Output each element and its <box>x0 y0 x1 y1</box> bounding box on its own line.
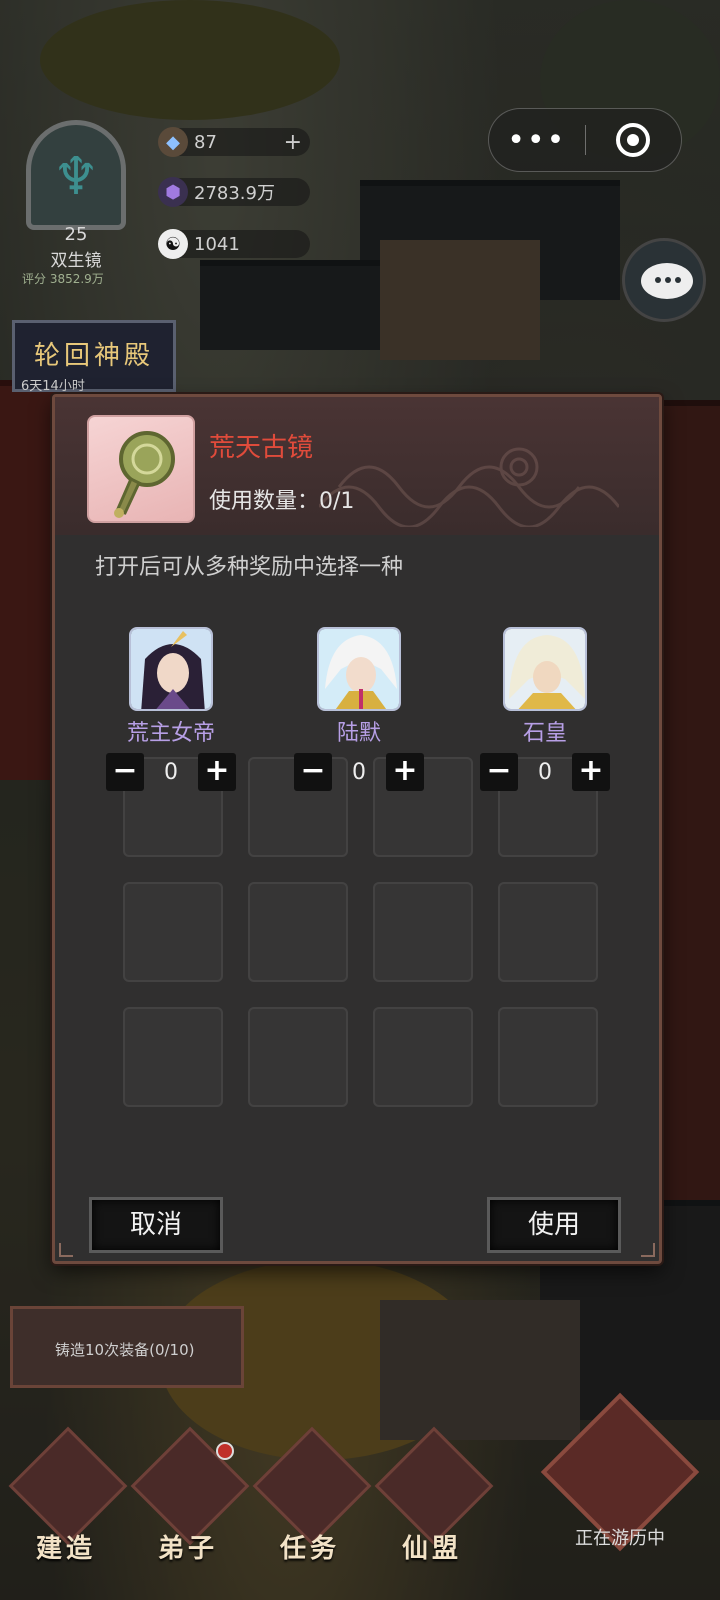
resource-yinyang: ☯ 1041 <box>158 229 310 259</box>
resource-value: 2783.9万 <box>194 183 275 204</box>
player-avatar[interactable]: ♆ 25 双生镜 评分 3852.9万 <box>16 100 136 286</box>
item-use-dialog: 荒天古镜 使用数量：0/1 打开后可从多种奖励中选择一种 荒主女帝 − 0 + … <box>52 394 662 1264</box>
increase-button[interactable]: + <box>386 753 424 791</box>
quest-text: 铸造10次装备(0/10) <box>55 1341 195 1359</box>
resource-crystal: ⬢ 2783.9万 <box>158 177 310 207</box>
cancel-button[interactable]: 取消 <box>89 1197 223 1253</box>
quantity-stepper: − 0 + <box>289 753 429 791</box>
decrease-button[interactable]: − <box>106 753 144 791</box>
quantity-stepper: − 0 + <box>475 753 615 791</box>
nav-build[interactable]: 建造 <box>6 1426 128 1596</box>
resource-value: 1041 <box>194 233 240 255</box>
quantity-value: 0 <box>352 759 366 785</box>
usage-label: 使用数量： <box>209 489 320 514</box>
target-icon <box>616 123 651 157</box>
use-button[interactable]: 使用 <box>487 1197 621 1253</box>
decrease-button[interactable]: − <box>294 753 332 791</box>
hero-portrait[interactable] <box>317 627 401 711</box>
hero-portrait[interactable] <box>503 627 587 711</box>
resource-gems: ◆ 87 + <box>158 127 310 157</box>
quantity-stepper: − 0 + <box>101 753 241 791</box>
quest-tracker[interactable]: 铸造10次装备(0/10) <box>10 1306 244 1388</box>
event-timer: 6天14小时 <box>21 379 85 394</box>
avatar-level: 25 <box>64 224 88 245</box>
hero-name: 荒主女帝 <box>126 721 215 746</box>
nav-label: 任务 <box>279 1534 340 1564</box>
resource-value: 87 <box>194 131 217 153</box>
background-inventory <box>123 757 623 1117</box>
usage-count: 使用数量：0/1 <box>209 483 354 515</box>
quantity-value: 0 <box>164 759 178 785</box>
dialog-header: 荒天古镜 使用数量：0/1 <box>55 397 659 535</box>
quantity-value: 0 <box>538 759 552 785</box>
avatar-name: 双生镜 <box>50 251 102 271</box>
crystal-icon: ⬢ <box>158 177 188 207</box>
reward-option: 荒主女帝 − 0 + <box>101 627 241 791</box>
hero-name: 陆默 <box>336 721 381 746</box>
nav-label: 建造 <box>35 1534 96 1564</box>
item-description: 打开后可从多种奖励中选择一种 <box>95 555 404 580</box>
usage-value: 0/1 <box>319 489 355 514</box>
nav-label: 仙盟 <box>401 1534 462 1564</box>
notification-badge <box>216 1442 234 1460</box>
increase-button[interactable]: + <box>572 753 610 791</box>
avatar-emblem: ♆ <box>26 120 126 230</box>
travel-label: 正在游历中 <box>575 1528 665 1549</box>
reward-option: 陆默 − 0 + <box>289 627 429 791</box>
travel-status-button[interactable]: 正在游历中 <box>530 1392 710 1600</box>
add-gems-button[interactable]: + <box>284 130 302 155</box>
nav-tasks[interactable]: 任务 <box>250 1426 372 1596</box>
hero-name: 石皇 <box>522 721 567 746</box>
reward-option: 石皇 − 0 + <box>475 627 615 791</box>
gem-icon: ◆ <box>158 127 188 157</box>
decrease-button[interactable]: − <box>480 753 518 791</box>
event-title: 轮回神殿 <box>33 341 154 371</box>
hero-portrait[interactable] <box>129 627 213 711</box>
close-miniprogram-button[interactable] <box>586 123 682 157</box>
yinyang-icon: ☯ <box>158 229 188 259</box>
emblem-icon: ♆ <box>52 147 100 207</box>
increase-button[interactable]: + <box>198 753 236 791</box>
miniprogram-capsule: ••• <box>488 108 682 172</box>
nav-disciples[interactable]: 弟子 <box>128 1426 250 1596</box>
more-options-button[interactable]: ••• <box>489 123 585 158</box>
avatar-score: 评分 3852.9万 <box>22 272 104 286</box>
nav-alliance[interactable]: 仙盟 <box>372 1426 494 1596</box>
event-banner-temple[interactable]: 轮回神殿 6天14小时 <box>12 320 176 394</box>
chat-button[interactable] <box>622 238 706 322</box>
mirror-item-icon <box>87 415 195 523</box>
item-name: 荒天古镜 <box>209 433 314 463</box>
wave-pattern-icon <box>319 447 619 527</box>
nav-label: 弟子 <box>157 1534 218 1564</box>
